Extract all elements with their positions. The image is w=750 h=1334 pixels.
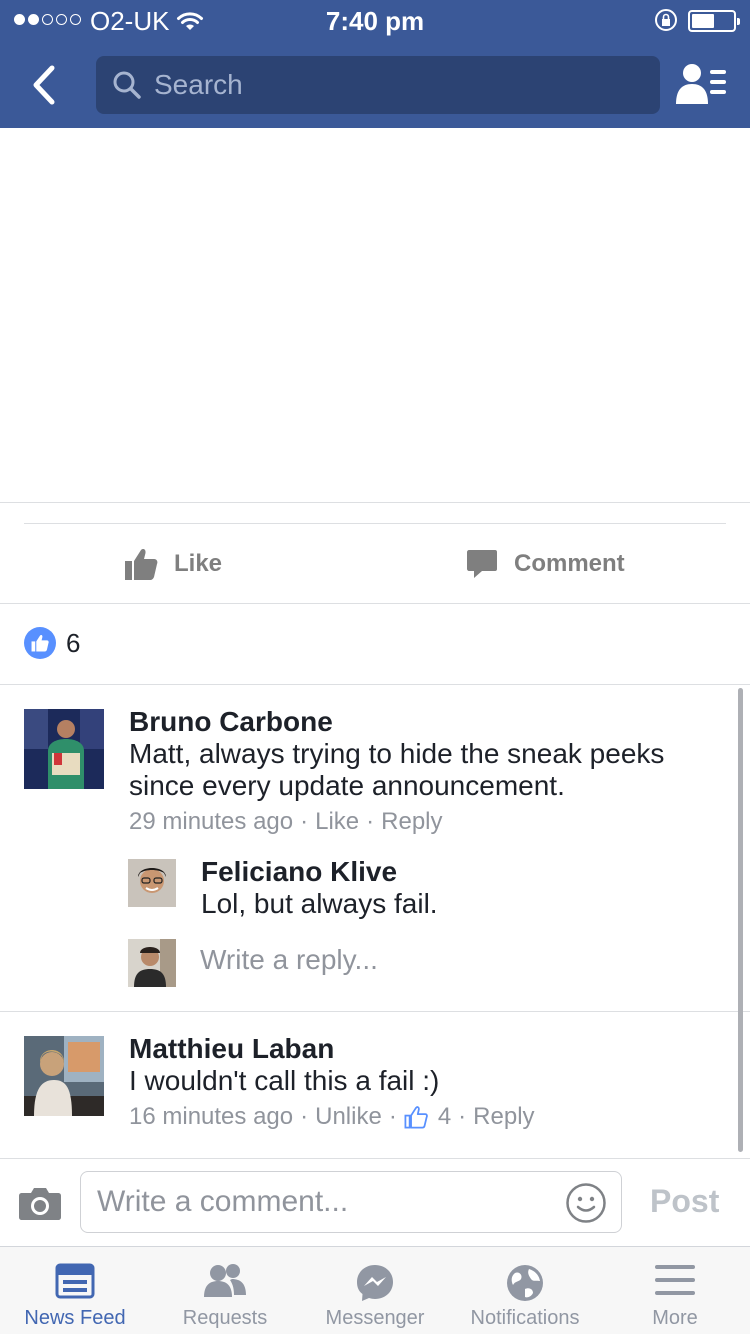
status-bar: O2-UK 7:40 pm — [0, 0, 750, 40]
meta-separator: · — [300, 1103, 309, 1130]
like-reaction-icon — [24, 627, 56, 659]
tab-messenger[interactable]: Messenger — [300, 1247, 450, 1334]
back-button[interactable] — [24, 60, 68, 110]
like-button-label: Like — [174, 550, 223, 577]
comment-meta: 16 minutes ago · Unlike · 4 · Reply — [129, 1103, 535, 1131]
bottom-tab-bar: News Feed Requests Messenger Notificatio… — [0, 1246, 750, 1334]
comment-like-count[interactable]: 4 — [404, 1103, 451, 1131]
comment-divider — [0, 1011, 750, 1012]
avatar[interactable] — [24, 709, 104, 789]
like-button[interactable]: Like — [124, 524, 222, 604]
post-button[interactable]: Post — [650, 1183, 719, 1220]
comment-reply-link[interactable]: Reply — [473, 1103, 534, 1131]
reply-author[interactable]: Feliciano Klive — [201, 856, 397, 888]
meta-separator: · — [366, 808, 375, 835]
reply-input[interactable]: Write a reply... — [200, 944, 720, 984]
meta-separator: · — [458, 1103, 467, 1130]
comment-text-line: since every update announcement. — [129, 770, 565, 801]
reply-text: Lol, but always fail. — [201, 888, 438, 919]
camera-icon — [19, 1188, 61, 1220]
comment-button[interactable]: Comment — [466, 524, 625, 604]
tab-label: Requests — [182, 1307, 268, 1329]
search-icon — [112, 70, 142, 105]
like-count: 6 — [66, 627, 81, 658]
comment-author[interactable]: Matthieu Laban — [129, 1033, 334, 1065]
comment-composer: Write a comment... Post — [0, 1158, 750, 1246]
comment-unlike-link[interactable]: Unlike — [315, 1103, 382, 1131]
battery-icon — [688, 10, 740, 32]
messenger-icon — [357, 1265, 393, 1301]
scrollbar[interactable] — [738, 688, 743, 1152]
meta-separator: · — [388, 1103, 397, 1130]
comment-reply-link[interactable]: Reply — [381, 808, 442, 836]
comment-like-link[interactable]: Like — [315, 808, 359, 836]
tab-more[interactable]: More — [600, 1247, 750, 1334]
search-bar[interactable] — [96, 56, 660, 114]
comment-like-count-value: 4 — [437, 1103, 452, 1130]
news-feed-icon — [55, 1263, 95, 1299]
tab-label: Notifications — [470, 1307, 580, 1329]
reaction-summary[interactable]: 6 — [24, 627, 80, 659]
top-nav-bar: O2-UK 7:40 pm — [0, 0, 750, 128]
menu-icon — [655, 1265, 695, 1295]
requests-icon — [204, 1264, 246, 1297]
tab-label: More — [652, 1307, 698, 1329]
comment-icon — [467, 550, 497, 578]
tab-requests[interactable]: Requests — [150, 1247, 300, 1334]
thumbs-up-icon — [125, 549, 158, 580]
comment-input[interactable]: Write a comment... — [80, 1171, 622, 1233]
clock: 7:40 pm — [325, 6, 425, 36]
friends-list-button[interactable] — [676, 62, 728, 111]
meta-separator: · — [300, 808, 309, 835]
comment-text-line: Matt, always trying to hide the sneak pe… — [129, 738, 665, 769]
section-divider — [0, 684, 750, 685]
rotation-lock-icon — [653, 8, 679, 39]
tab-notifications[interactable]: Notifications — [450, 1247, 600, 1334]
avatar[interactable] — [24, 1036, 104, 1116]
comment-timestamp: 29 minutes ago — [129, 808, 294, 835]
comment-input-placeholder: Write a comment... — [97, 1185, 349, 1218]
comment-text: Matt, always trying to hide the sneak pe… — [129, 738, 729, 802]
avatar[interactable] — [128, 859, 176, 907]
section-divider — [0, 502, 750, 503]
thumbs-up-outline-icon — [404, 1106, 428, 1129]
globe-icon — [507, 1265, 543, 1301]
comment-meta: 29 minutes ago · Like · Reply — [129, 808, 443, 836]
smiley-icon — [566, 1183, 606, 1223]
comment-timestamp: 16 minutes ago — [129, 1103, 294, 1130]
comment-button-label: Comment — [514, 550, 625, 577]
post-action-bar: Like Comment — [0, 524, 750, 604]
emoji-button[interactable] — [565, 1182, 607, 1229]
comment-text: I wouldn't call this a fail :) — [129, 1065, 440, 1096]
section-divider — [0, 603, 750, 604]
current-user-avatar — [128, 939, 176, 987]
search-input[interactable] — [154, 56, 644, 114]
tab-news-feed[interactable]: News Feed — [0, 1247, 150, 1334]
tab-label: Messenger — [325, 1307, 425, 1329]
tab-label: News Feed — [24, 1307, 126, 1329]
camera-button[interactable] — [18, 1185, 62, 1226]
friends-list-icon — [676, 64, 726, 104]
comment-author[interactable]: Bruno Carbone — [129, 706, 333, 738]
